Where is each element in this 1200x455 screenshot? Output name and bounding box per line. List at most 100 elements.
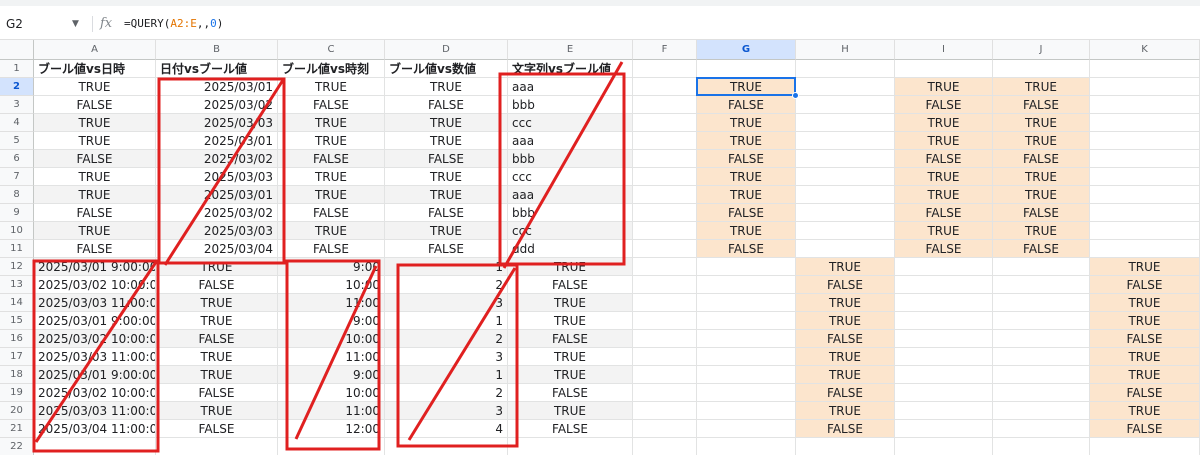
cell-j2[interactable]: TRUE xyxy=(993,78,1090,96)
cell-e7[interactable]: ccc xyxy=(508,168,633,186)
cell-j19[interactable] xyxy=(993,384,1090,402)
cell-j4[interactable]: TRUE xyxy=(993,114,1090,132)
cell-k20[interactable]: TRUE xyxy=(1090,402,1200,420)
cell-k22[interactable] xyxy=(1090,438,1200,455)
cell-j14[interactable] xyxy=(993,294,1090,312)
cell-j7[interactable]: TRUE xyxy=(993,168,1090,186)
cell-e14[interactable]: TRUE xyxy=(508,294,633,312)
cell-k3[interactable] xyxy=(1090,96,1200,114)
cell-g19[interactable] xyxy=(697,384,796,402)
cell-a7[interactable]: TRUE xyxy=(34,168,156,186)
cell-i22[interactable] xyxy=(895,438,993,455)
cell-h19[interactable]: FALSE xyxy=(796,384,895,402)
cell-j16[interactable] xyxy=(993,330,1090,348)
cell-f11[interactable] xyxy=(633,240,697,258)
column-header-a[interactable]: A xyxy=(34,40,156,60)
cell-d8[interactable]: TRUE xyxy=(385,186,508,204)
cell-b15[interactable]: TRUE xyxy=(156,312,278,330)
cell-e13[interactable]: FALSE xyxy=(508,276,633,294)
cell-d7[interactable]: TRUE xyxy=(385,168,508,186)
cell-f15[interactable] xyxy=(633,312,697,330)
cell-c15[interactable]: 9:00 xyxy=(278,312,385,330)
cell-c7[interactable]: TRUE xyxy=(278,168,385,186)
cell-c9[interactable]: FALSE xyxy=(278,204,385,222)
cell-h16[interactable]: FALSE xyxy=(796,330,895,348)
cell-f19[interactable] xyxy=(633,384,697,402)
cell-c4[interactable]: TRUE xyxy=(278,114,385,132)
cell-a14[interactable]: 2025/03/03 11:00:00 xyxy=(34,294,156,312)
cell-j1[interactable] xyxy=(993,60,1090,78)
cell-g3[interactable]: FALSE xyxy=(697,96,796,114)
cell-d14[interactable]: 3 xyxy=(385,294,508,312)
cell-a18[interactable]: 2025/03/01 9:00:00 xyxy=(34,366,156,384)
cell-h22[interactable] xyxy=(796,438,895,455)
cell-g13[interactable] xyxy=(697,276,796,294)
row-header-12[interactable]: 12 xyxy=(0,258,34,276)
cell-a17[interactable]: 2025/03/03 11:00:00 xyxy=(34,348,156,366)
cell-f3[interactable] xyxy=(633,96,697,114)
cell-i17[interactable] xyxy=(895,348,993,366)
cell-d5[interactable]: TRUE xyxy=(385,132,508,150)
cell-f21[interactable] xyxy=(633,420,697,438)
row-header-3[interactable]: 3 xyxy=(0,96,34,114)
cell-h4[interactable] xyxy=(796,114,895,132)
cell-c11[interactable]: FALSE xyxy=(278,240,385,258)
cell-e22[interactable] xyxy=(508,438,633,455)
cell-h3[interactable] xyxy=(796,96,895,114)
header-cell-d[interactable]: ブール値vs数値 xyxy=(385,60,508,78)
cell-h8[interactable] xyxy=(796,186,895,204)
cell-b9[interactable]: 2025/03/02 xyxy=(156,204,278,222)
cell-g10[interactable]: TRUE xyxy=(697,222,796,240)
cell-b21[interactable]: FALSE xyxy=(156,420,278,438)
cell-i14[interactable] xyxy=(895,294,993,312)
formula-input[interactable]: =QUERY(A2:E,,0) xyxy=(124,14,223,34)
column-header-j[interactable]: J xyxy=(993,40,1090,60)
cell-h6[interactable] xyxy=(796,150,895,168)
cell-i1[interactable] xyxy=(895,60,993,78)
cell-e6[interactable]: bbb xyxy=(508,150,633,168)
cell-e4[interactable]: ccc xyxy=(508,114,633,132)
cell-k21[interactable]: FALSE xyxy=(1090,420,1200,438)
cell-c19[interactable]: 10:00 xyxy=(278,384,385,402)
cell-i3[interactable]: FALSE xyxy=(895,96,993,114)
cell-a21[interactable]: 2025/03/04 11:00:00 xyxy=(34,420,156,438)
cell-e5[interactable]: aaa xyxy=(508,132,633,150)
cell-b12[interactable]: TRUE xyxy=(156,258,278,276)
cell-i21[interactable] xyxy=(895,420,993,438)
cell-d12[interactable]: 1 xyxy=(385,258,508,276)
cell-b8[interactable]: 2025/03/01 xyxy=(156,186,278,204)
cell-c17[interactable]: 11:00 xyxy=(278,348,385,366)
cell-k4[interactable] xyxy=(1090,114,1200,132)
cell-j6[interactable]: FALSE xyxy=(993,150,1090,168)
column-header-h[interactable]: H xyxy=(796,40,895,60)
cell-g12[interactable] xyxy=(697,258,796,276)
cell-f18[interactable] xyxy=(633,366,697,384)
row-header-8[interactable]: 8 xyxy=(0,186,34,204)
cell-a3[interactable]: FALSE xyxy=(34,96,156,114)
cell-c2[interactable]: TRUE xyxy=(278,78,385,96)
cell-k1[interactable] xyxy=(1090,60,1200,78)
cell-k14[interactable]: TRUE xyxy=(1090,294,1200,312)
cell-g15[interactable] xyxy=(697,312,796,330)
cell-g18[interactable] xyxy=(697,366,796,384)
cell-f22[interactable] xyxy=(633,438,697,455)
cell-f1[interactable] xyxy=(633,60,697,78)
cell-h5[interactable] xyxy=(796,132,895,150)
cell-f8[interactable] xyxy=(633,186,697,204)
cell-g16[interactable] xyxy=(697,330,796,348)
cell-a2[interactable]: TRUE xyxy=(34,78,156,96)
cell-a9[interactable]: FALSE xyxy=(34,204,156,222)
cell-k6[interactable] xyxy=(1090,150,1200,168)
cell-k9[interactable] xyxy=(1090,204,1200,222)
cell-f9[interactable] xyxy=(633,204,697,222)
row-header-10[interactable]: 10 xyxy=(0,222,34,240)
cell-b18[interactable]: TRUE xyxy=(156,366,278,384)
cell-e20[interactable]: TRUE xyxy=(508,402,633,420)
column-header-e[interactable]: E xyxy=(508,40,633,60)
cell-e2[interactable]: aaa xyxy=(508,78,633,96)
cell-b22[interactable] xyxy=(156,438,278,455)
cell-g17[interactable] xyxy=(697,348,796,366)
cell-i4[interactable]: TRUE xyxy=(895,114,993,132)
header-cell-c[interactable]: ブール値vs時刻 xyxy=(278,60,385,78)
header-cell-e[interactable]: 文字列vsブール値 xyxy=(508,60,633,78)
